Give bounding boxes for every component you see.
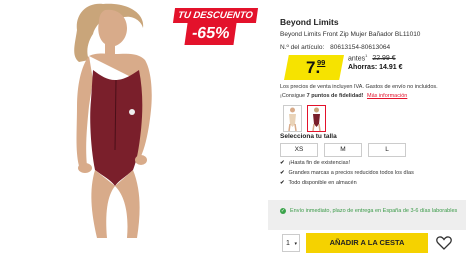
check-icon: ✔: [280, 170, 285, 176]
was-price: 22.99 €: [372, 55, 396, 63]
feature-item: ✔ Todo disponible en almacén: [280, 180, 357, 186]
size-option-xs[interactable]: XS: [280, 143, 318, 157]
feature-item: ✔ Grandes marcas a precios reducidos tod…: [280, 170, 414, 176]
points-bold: 7 puntos de fidelidad!: [306, 93, 364, 99]
chevron-down-icon: ▾: [294, 241, 297, 247]
price-cents: 99: [317, 58, 326, 67]
savings: Ahorras: 14.91 €: [348, 64, 403, 71]
discount-label: TU DESCUENTO: [172, 8, 258, 23]
add-to-cart-button[interactable]: AÑADIR A LA CESTA: [306, 233, 428, 253]
sku-label: N.º del artículo:: [280, 44, 325, 51]
size-heading: Selecciona tu talla: [280, 133, 337, 140]
check-icon: ✔: [280, 180, 285, 186]
was-label: antes: [348, 55, 366, 63]
feature-text: ¡Hasta fin de existencias!: [288, 160, 350, 166]
product-image[interactable]: TU DESCUENTO -65%: [0, 0, 262, 261]
discount-banner: TU DESCUENTO -65%: [172, 8, 258, 46]
heart-icon[interactable]: [436, 236, 452, 250]
shipping-info: ✓ Envío inmediato, plazo de entrega en E…: [268, 200, 466, 230]
check-circle-icon: ✓: [280, 208, 286, 214]
loyalty-points: ¡Consigue 7 puntos de fidelidad! Más inf…: [280, 93, 407, 99]
sku-row: N.º del artículo: 80613154-80613064: [280, 44, 390, 51]
product-title: Beyond Limits Front Zip Mujer Bañador BL…: [280, 31, 421, 38]
quantity-select[interactable]: 1 ▾: [282, 234, 300, 252]
quantity-value: 1: [286, 240, 290, 247]
more-info-link[interactable]: Más información: [367, 93, 407, 99]
color-thumb-burgundy[interactable]: [307, 105, 326, 132]
feature-item: ✔ ¡Hasta fin de existencias!: [280, 160, 350, 166]
sku-value: 80613154-80613064: [330, 44, 391, 51]
was-price-row: antes1 22.99 €: [348, 53, 396, 63]
discount-percent: -65%: [184, 23, 237, 45]
thumb-image: [312, 107, 321, 131]
vat-note: Los precios de venta incluyen IVA. Gasto…: [280, 84, 438, 90]
price-badge: 7. 99: [284, 55, 344, 80]
thumb-image: [288, 107, 297, 131]
points-prefix: ¡Consigue: [280, 93, 306, 99]
feature-text: Grandes marcas a precios reducidos todos…: [288, 170, 414, 176]
shipping-text: Envío inmediato, plazo de entrega en Esp…: [290, 208, 458, 214]
check-icon: ✔: [280, 160, 285, 166]
color-thumb-beige[interactable]: [283, 105, 302, 132]
feature-text: Todo disponible en almacén: [288, 180, 357, 186]
size-option-m[interactable]: M: [324, 143, 362, 157]
brand-name[interactable]: Beyond Limits: [280, 17, 339, 27]
size-option-l[interactable]: L: [368, 143, 406, 157]
